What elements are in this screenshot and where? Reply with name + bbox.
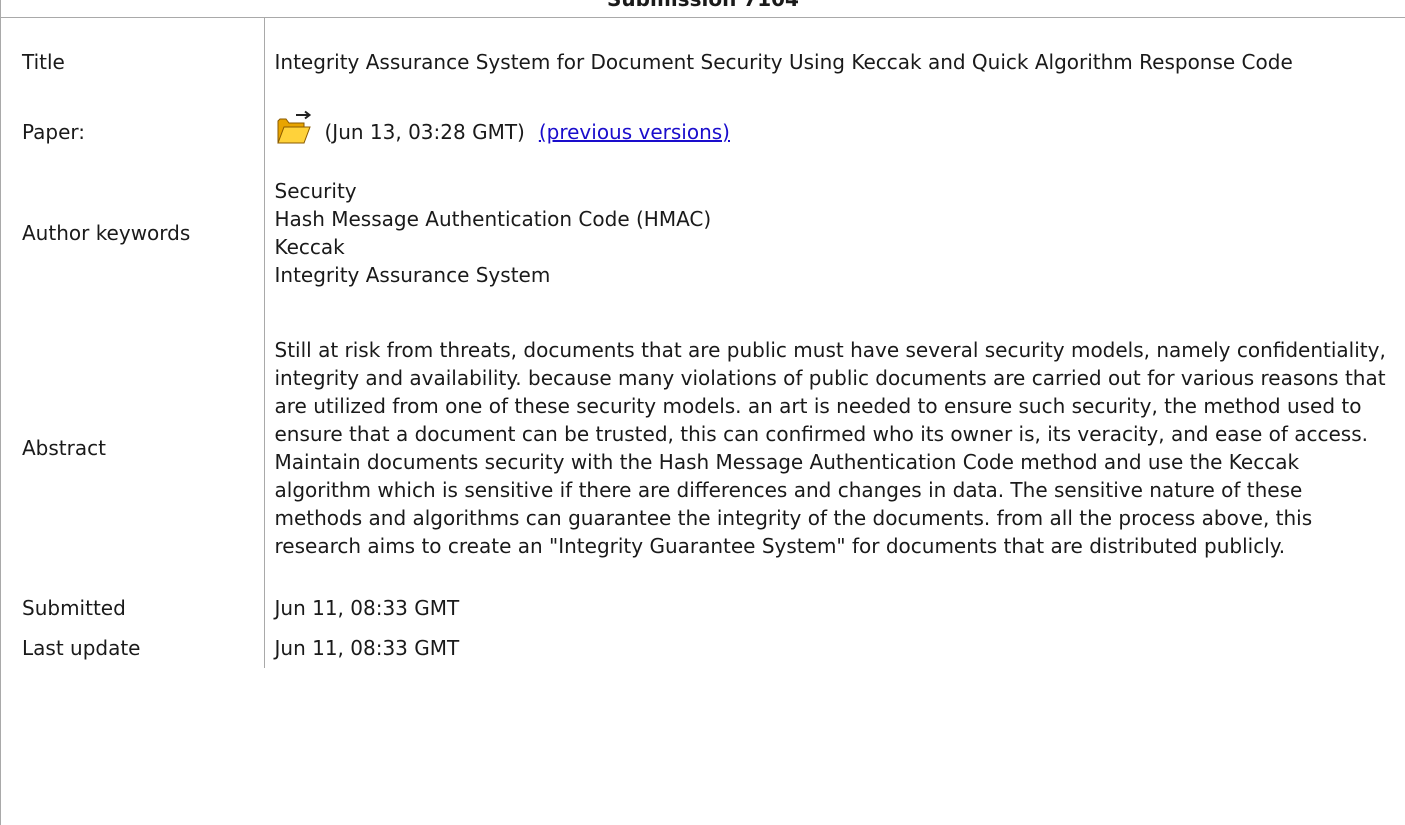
- table-row-paper: Paper: (Jun 13, 03:28 GMT) (previous ver…: [1, 106, 1405, 158]
- submitted-label: Submitted: [1, 588, 265, 628]
- abstract-label: Abstract: [1, 308, 265, 588]
- paper-line: (Jun 13, 03:28 GMT) (previous versions): [275, 110, 1397, 151]
- paper-timestamp: (Jun 13, 03:28 GMT): [324, 120, 525, 144]
- keyword-item: Hash Message Authentication Code (HMAC): [274, 207, 712, 231]
- keywords-value: Security Hash Message Authentication Cod…: [264, 158, 1405, 308]
- table-row-abstract: Abstract Still at risk from threats, doc…: [1, 308, 1405, 588]
- submitted-value: Jun 11, 08:33 GMT: [274, 596, 460, 620]
- folder-download-icon[interactable]: [275, 109, 313, 147]
- title-label: Title: [1, 18, 265, 106]
- submission-header: Submission 7104: [1, 0, 1405, 18]
- title-value: Integrity Assurance System for Document …: [274, 50, 1293, 74]
- keyword-item: Security: [274, 179, 357, 203]
- table-row-keywords: Author keywords Security Hash Message Au…: [1, 158, 1405, 308]
- keyword-item: Keccak: [274, 235, 345, 259]
- previous-versions-link[interactable]: (previous versions): [539, 118, 730, 146]
- abstract-value: Still at risk from threats, documents th…: [274, 338, 1386, 558]
- paper-value: (Jun 13, 03:28 GMT) (previous versions): [264, 106, 1405, 158]
- last-update-label: Last update: [1, 628, 265, 668]
- keyword-item: Integrity Assurance System: [274, 263, 551, 287]
- table-row-submitted: Submitted Jun 11, 08:33 GMT: [1, 588, 1405, 628]
- paper-label: Paper:: [1, 106, 265, 158]
- table-row-last-update: Last update Jun 11, 08:33 GMT: [1, 628, 1405, 668]
- keywords-label: Author keywords: [1, 158, 265, 308]
- submission-info-table: Title Integrity Assurance System for Doc…: [1, 18, 1405, 668]
- last-update-value: Jun 11, 08:33 GMT: [274, 636, 460, 660]
- table-row-title: Title Integrity Assurance System for Doc…: [1, 18, 1405, 106]
- submission-frame: Submission 7104 Title Integrity Assuranc…: [0, 0, 1405, 825]
